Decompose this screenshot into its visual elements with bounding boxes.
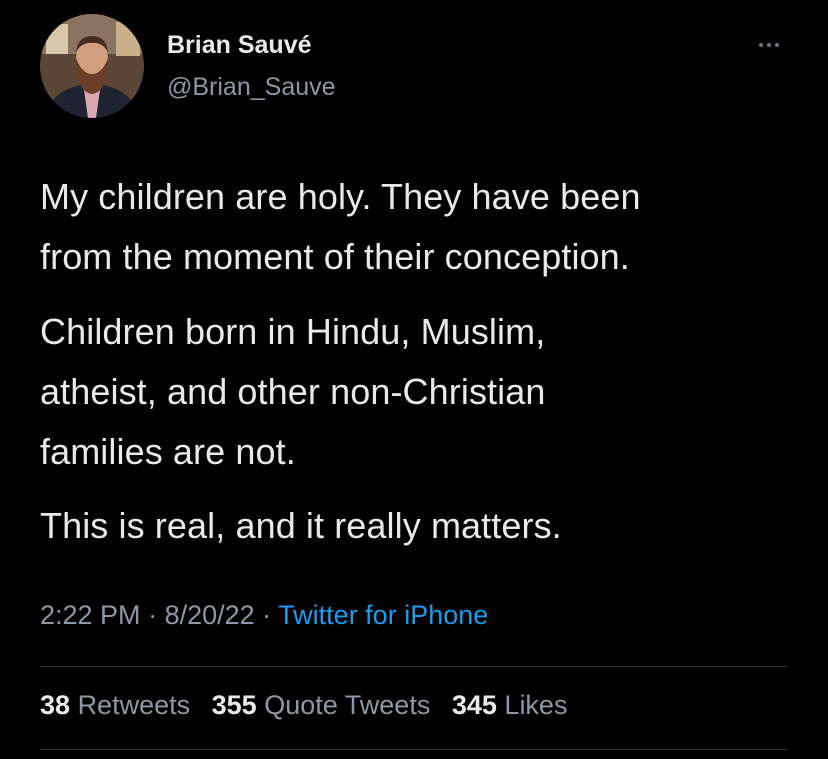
tweet-paragraph: This is real, and it really matters.: [40, 496, 562, 556]
meta-separator: ·: [140, 600, 165, 630]
tweet-line: from the moment of their conception.: [40, 236, 630, 277]
likes-label: Likes: [504, 690, 568, 720]
tweet-line: atheist, and other non-Christian: [40, 371, 546, 412]
tweet-line: This is real, and it really matters.: [40, 505, 562, 546]
likes-count: 345: [451, 690, 497, 720]
tweet-line: Children born in Hindu, Muslim,: [40, 311, 546, 352]
quote-tweets-label: Quote Tweets: [264, 690, 431, 720]
more-horizontal-icon: [767, 43, 771, 47]
author-name[interactable]: Brian Sauvé: [167, 31, 312, 60]
retweets-stat[interactable]: 38 Retweets: [40, 690, 190, 720]
tweet-line: families are not.: [40, 431, 296, 472]
quote-tweets-stat[interactable]: 355 Quote Tweets: [212, 690, 431, 720]
author-handle[interactable]: @Brian_Sauve: [167, 73, 336, 102]
more-horizontal-icon: [775, 43, 779, 47]
likes-stat[interactable]: 345 Likes: [452, 690, 568, 720]
tweet-paragraph: My children are holy. They have been fro…: [40, 167, 641, 287]
quote-tweets-count: 355: [211, 690, 257, 720]
tweet-line: My children are holy. They have been: [40, 176, 641, 217]
more-options-button[interactable]: [749, 30, 789, 60]
profile-photo: [40, 14, 144, 118]
more-horizontal-icon: [759, 43, 763, 47]
retweets-label: Retweets: [77, 690, 191, 720]
tweet-source-link[interactable]: Twitter for iPhone: [278, 600, 488, 630]
divider: [40, 666, 788, 667]
divider: [40, 749, 788, 750]
tweet-time[interactable]: 2:22 PM: [40, 600, 141, 630]
meta-separator: ·: [254, 600, 279, 630]
tweet-date[interactable]: 8/20/22: [165, 600, 255, 630]
engagement-stats: 38 Retweets 355 Quote Tweets 345 Likes: [40, 690, 581, 721]
retweets-count: 38: [40, 690, 71, 720]
tweet-card: Brian Sauvé @Brian_Sauve My children are…: [0, 0, 828, 759]
avatar[interactable]: [40, 14, 144, 118]
tweet-paragraph: Children born in Hindu, Muslim, atheist,…: [40, 302, 546, 482]
tweet-metadata: 2:22 PM · 8/20/22 · Twitter for iPhone: [40, 600, 488, 631]
